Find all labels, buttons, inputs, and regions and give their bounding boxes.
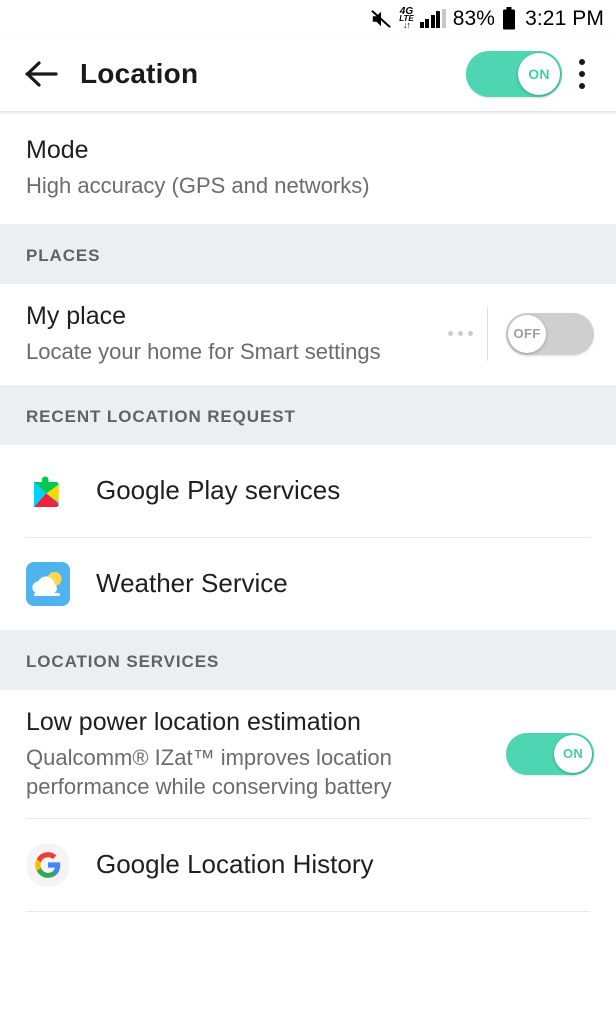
data-arrows-icon: ↓↑ [402, 20, 411, 31]
list-item[interactable]: Google Play services [0, 444, 616, 537]
signal-bars-icon [419, 8, 446, 28]
overflow-menu-icon[interactable] [562, 50, 602, 98]
my-place-subtitle: Locate your home for Smart settings [26, 339, 381, 365]
my-place-toggle-label: OFF [508, 314, 546, 353]
list-item-label: Google Play services [96, 475, 341, 506]
clock-label: 3:21 PM [525, 7, 604, 30]
mode-row[interactable]: Mode High accuracy (GPS and networks) [0, 112, 616, 225]
my-place-title: My place [26, 302, 127, 331]
list-item-label: Weather Service [96, 568, 288, 599]
section-header-recent-location-request: RECENT LOCATION REQUEST [0, 384, 616, 445]
low-power-location-toggle-label: ON [554, 734, 592, 773]
status-bar: 4G LTE ↓↑ 83% 3:21 PM [0, 0, 616, 37]
mute-speaker-icon [370, 9, 392, 29]
location-master-toggle[interactable]: ON [466, 51, 562, 97]
low-power-location-toggle[interactable]: ON [506, 732, 594, 775]
google-play-services-icon [26, 469, 70, 513]
google-location-history-row[interactable]: Google Location History [0, 818, 616, 911]
network-type-icon: 4G LTE ↓↑ [399, 6, 414, 31]
location-master-toggle-label: ON [518, 53, 560, 95]
row-divider [487, 306, 488, 361]
section-header-location-services: LOCATION SERVICES [0, 629, 616, 690]
weather-service-icon [26, 561, 70, 606]
app-bar: Location ON [0, 37, 616, 112]
page-title: Location [80, 58, 199, 89]
battery-percent-label: 83% [452, 7, 496, 30]
my-place-row[interactable]: My place Locate your home for Smart sett… [0, 284, 616, 385]
section-header-places: PLACES [0, 224, 616, 285]
back-arrow-icon[interactable] [22, 54, 62, 94]
google-logo-icon [26, 842, 70, 887]
list-item[interactable]: Weather Service [0, 537, 616, 630]
low-power-location-row[interactable]: Low power location estimation Qualcomm® … [0, 689, 616, 818]
low-power-location-title: Low power location estimation [26, 707, 361, 736]
battery-full-icon [502, 6, 516, 31]
my-place-toggle[interactable]: OFF [506, 312, 594, 355]
low-power-location-subtitle: Qualcomm® IZat™ improves location perfor… [26, 744, 392, 800]
more-options-icon[interactable] [434, 331, 487, 337]
list-divider [26, 910, 590, 912]
mode-title: Mode [26, 136, 89, 164]
mode-subtitle: High accuracy (GPS and networks) [26, 173, 370, 198]
google-location-history-label: Google Location History [96, 849, 374, 880]
